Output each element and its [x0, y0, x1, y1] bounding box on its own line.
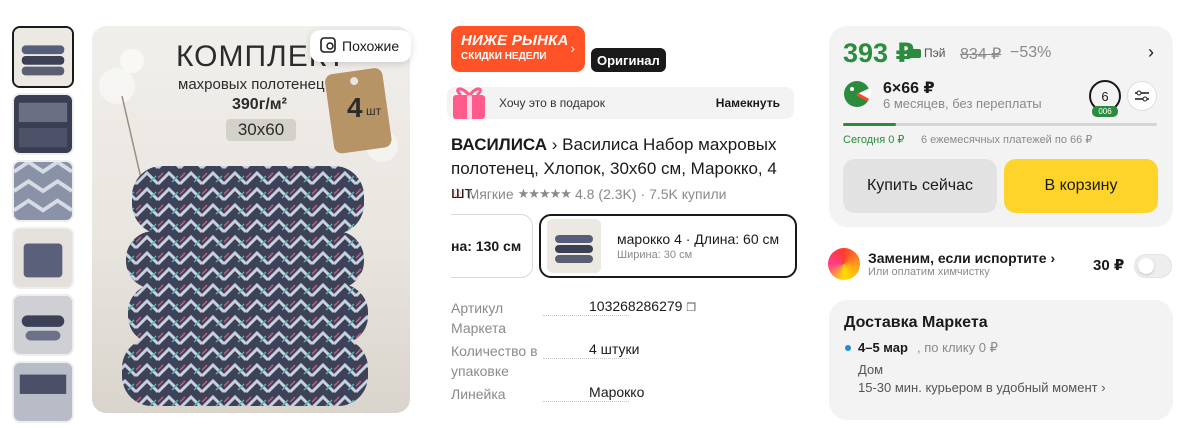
thumbnail-6[interactable]	[12, 361, 74, 423]
replace-title[interactable]: Заменим, если испортите ›	[868, 250, 1055, 266]
add-to-cart-button[interactable]: В корзину	[1004, 159, 1158, 213]
image-size: 30х60	[226, 119, 296, 141]
delivery-click: , по клику 0 ₽	[917, 340, 998, 355]
thumbnail-strip	[12, 26, 74, 428]
variant-label: на: 130 см	[451, 238, 522, 254]
installment-note: 6 месяцев, без переплаты	[883, 96, 1042, 111]
variant-option-selected[interactable]: марокко 4 · Длина: 60 см Ширина: 30 см	[539, 214, 797, 278]
original-badge: Оригинал	[591, 48, 666, 72]
promo-title: НИЖЕ РЫНКА	[461, 32, 569, 49]
spec-value: 4 штуки	[589, 341, 640, 357]
brand-link[interactable]: ВАСИЛИСА	[451, 135, 547, 154]
copy-icon[interactable]: ❐	[686, 302, 696, 314]
bought-count: · 7.5K купили	[640, 185, 727, 202]
replace-price: 30 ₽	[1093, 257, 1125, 274]
thumbnail-5[interactable]	[12, 294, 74, 356]
price-details-chevron-icon[interactable]: ›	[1148, 42, 1154, 63]
rating-value: 4.8	[574, 185, 595, 202]
split-logo-icon	[843, 80, 872, 113]
old-price: 834 ₽	[960, 46, 1002, 63]
installment-amount: 6×66 ₽	[883, 80, 935, 97]
settings-sliders-icon[interactable]	[1127, 81, 1157, 111]
delivery-title: Доставка Маркета	[844, 314, 988, 331]
today-payment: Сегодня 0 ₽	[843, 134, 905, 146]
product-tag[interactable]: Мягкие	[468, 186, 514, 202]
variant-selected-label: марокко 4 · Длина: 60 см	[617, 231, 780, 247]
thumbnail-4[interactable]	[12, 227, 74, 289]
spec-row: Количество в упаковке 4 штуки	[451, 341, 796, 384]
spec-key: Количество в упаковке	[451, 343, 538, 379]
current-price: 393 ₽	[843, 38, 915, 68]
replace-toggle[interactable]	[1134, 254, 1172, 278]
image-density: 390г/м²	[232, 96, 287, 113]
delivery-courier[interactable]: 15-30 мин. курьером в удобный момент ›	[858, 380, 1106, 395]
spec-row: Линейка Марокко	[451, 384, 796, 427]
variant-option[interactable]: на: 130 см	[451, 214, 533, 278]
delivery-dot-icon	[845, 345, 851, 351]
variant-selected-sub: Ширина: 30 см	[617, 249, 693, 261]
promo-banner[interactable]: НИЖЕ РЫНКА СКИДКИ НЕДЕЛИ ›	[451, 26, 585, 72]
pay-card-icon	[907, 48, 921, 58]
spec-key: Линейка	[451, 386, 506, 402]
pay-label: Пэй	[924, 46, 946, 60]
payment-progress-fill	[843, 123, 896, 126]
variant-thumbnail	[547, 219, 601, 273]
monthly-payments: 6 ежемесячных платежей по 66 ₽	[921, 134, 1093, 146]
thumbnail-3[interactable]	[12, 160, 74, 222]
specs-list: Артикул Маркета 103268286279 ❐ Количеств…	[451, 298, 796, 427]
tag-unit: шт	[366, 104, 382, 118]
delivery-home: Дом	[858, 362, 884, 377]
replace-service-icon	[828, 248, 860, 280]
tag-count: 4	[347, 92, 363, 123]
promo-subtitle: СКИДКИ НЕДЕЛИ	[461, 51, 547, 62]
similar-button[interactable]: Похожие	[310, 30, 412, 62]
discount: −53%	[1010, 44, 1052, 61]
gift-row[interactable]: Хочу это в подарок Намекнуть	[447, 87, 794, 119]
similar-label: Похожие	[342, 38, 400, 54]
stars-icon: ★★★★★	[517, 185, 572, 201]
hint-button[interactable]: Намекнуть	[716, 96, 780, 110]
delivery-date: 4–5 мар	[858, 340, 908, 355]
thumbnail-2[interactable]	[12, 93, 74, 155]
gift-icon	[447, 81, 493, 124]
brand-chevron-icon: ›	[547, 135, 563, 154]
spec-value: 103268286279 ❐	[589, 298, 697, 314]
chevron-right-icon: ›	[570, 40, 575, 56]
similar-icon	[320, 36, 336, 56]
rating-row: ♢ Мягкие ★★★★★ 4.8 (2.3K) · 7.5K купили	[451, 185, 726, 202]
replace-subtitle: Или оплатим химчистку	[868, 266, 990, 278]
spec-row: Артикул Маркета 103268286279 ❐	[451, 298, 796, 341]
gift-label: Хочу это в подарок	[499, 96, 605, 110]
main-product-image[interactable]: КОМПЛЕКТ махровых полотенец 390г/м² 30х6…	[92, 26, 410, 413]
months-badge: 006	[1092, 106, 1118, 117]
buy-now-button[interactable]: Купить сейчас	[843, 159, 997, 213]
pay-price: Пэй	[907, 46, 945, 60]
spec-value: Марокко	[589, 384, 645, 400]
spec-key: Артикул Маркета	[451, 300, 507, 336]
reviews-link[interactable]: (2.3K)	[598, 186, 636, 202]
soft-icon: ♢	[451, 185, 464, 201]
image-subline: махровых полотенец	[178, 76, 325, 93]
thumbnail-1[interactable]	[12, 26, 74, 88]
